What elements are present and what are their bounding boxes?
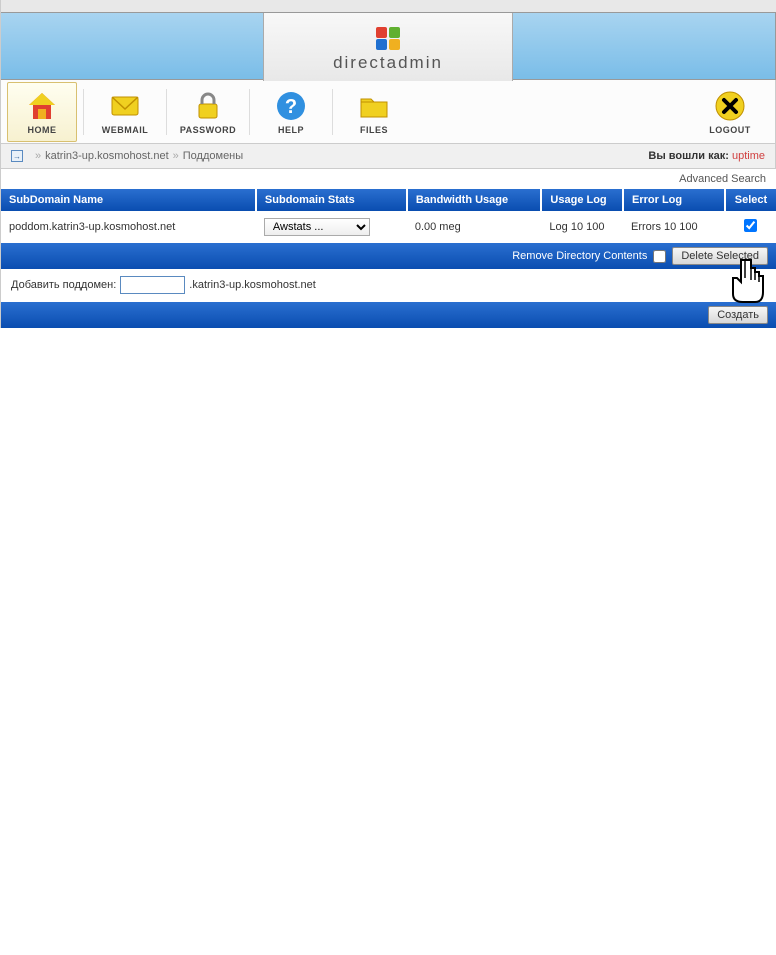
add-subdomain-bar: Добавить поддомен: .katrin3-up.kosmohost… bbox=[1, 269, 776, 302]
breadcrumb: → » katrin3-up.kosmohost.net » Поддомены… bbox=[1, 144, 776, 169]
advanced-search-link[interactable]: Advanced Search bbox=[679, 173, 766, 185]
toolbar: HOME WEBMAIL PASSWORD ? HELP bbox=[1, 80, 776, 144]
subdomain-table: SubDomain Name Subdomain Stats Bandwidth… bbox=[1, 189, 776, 243]
logo: directadmin bbox=[263, 13, 513, 81]
error-log-cell[interactable]: Errors 10 100 bbox=[623, 211, 725, 243]
mail-icon bbox=[108, 89, 142, 123]
remove-dir-label: Remove Directory Contents bbox=[512, 250, 647, 262]
th-usage[interactable]: Usage Log bbox=[541, 189, 623, 211]
th-name[interactable]: SubDomain Name bbox=[1, 189, 256, 211]
usage-log-cell[interactable]: Log 10 100 bbox=[541, 211, 623, 243]
password-button[interactable]: PASSWORD bbox=[173, 82, 243, 142]
webmail-button[interactable]: WEBMAIL bbox=[90, 82, 160, 142]
stats-cell: Awstats ... bbox=[256, 211, 407, 243]
help-icon: ? bbox=[274, 89, 308, 123]
logged-in-label: Вы вошли как: uptime bbox=[648, 150, 765, 162]
subdomain-name-cell[interactable]: poddom.katrin3-up.kosmohost.net bbox=[1, 211, 256, 243]
stats-select[interactable]: Awstats ... bbox=[264, 218, 370, 236]
lock-icon bbox=[191, 89, 225, 123]
files-button[interactable]: FILES bbox=[339, 82, 409, 142]
th-select[interactable]: Select bbox=[725, 189, 776, 211]
files-icon bbox=[357, 89, 391, 123]
nav-arrow-icon[interactable]: → bbox=[11, 150, 23, 162]
delete-selected-button[interactable]: Delete Selected bbox=[672, 247, 768, 265]
create-button[interactable]: Создать bbox=[708, 306, 768, 324]
home-icon bbox=[25, 89, 59, 123]
logout-icon bbox=[713, 89, 747, 123]
action-bar: Remove Directory Contents Delete Selecte… bbox=[1, 243, 776, 269]
add-label: Добавить поддомен: bbox=[11, 279, 116, 291]
table-row: poddom.katrin3-up.kosmohost.net Awstats … bbox=[1, 211, 776, 243]
th-error[interactable]: Error Log bbox=[623, 189, 725, 211]
th-stats[interactable]: Subdomain Stats bbox=[256, 189, 407, 211]
logout-button[interactable]: LOGOUT bbox=[695, 82, 765, 142]
breadcrumb-domain[interactable]: katrin3-up.kosmohost.net bbox=[45, 150, 169, 162]
brand-name: directadmin bbox=[333, 53, 443, 73]
current-user[interactable]: uptime bbox=[732, 150, 765, 162]
row-select-checkbox[interactable] bbox=[744, 219, 757, 232]
header: directadmin bbox=[1, 12, 776, 80]
create-bar: Создать bbox=[1, 302, 776, 328]
domain-suffix: .katrin3-up.kosmohost.net bbox=[189, 279, 316, 291]
directadmin-logo-icon bbox=[372, 25, 404, 51]
svg-text:?: ? bbox=[285, 96, 297, 118]
breadcrumb-page[interactable]: Поддомены bbox=[183, 150, 243, 162]
home-button[interactable]: HOME bbox=[7, 82, 77, 142]
help-button[interactable]: ? HELP bbox=[256, 82, 326, 142]
subdomain-input[interactable] bbox=[120, 276, 185, 294]
th-bandwidth[interactable]: Bandwidth Usage bbox=[407, 189, 542, 211]
remove-dir-checkbox[interactable] bbox=[653, 250, 666, 263]
bandwidth-cell: 0.00 meg bbox=[407, 211, 542, 243]
